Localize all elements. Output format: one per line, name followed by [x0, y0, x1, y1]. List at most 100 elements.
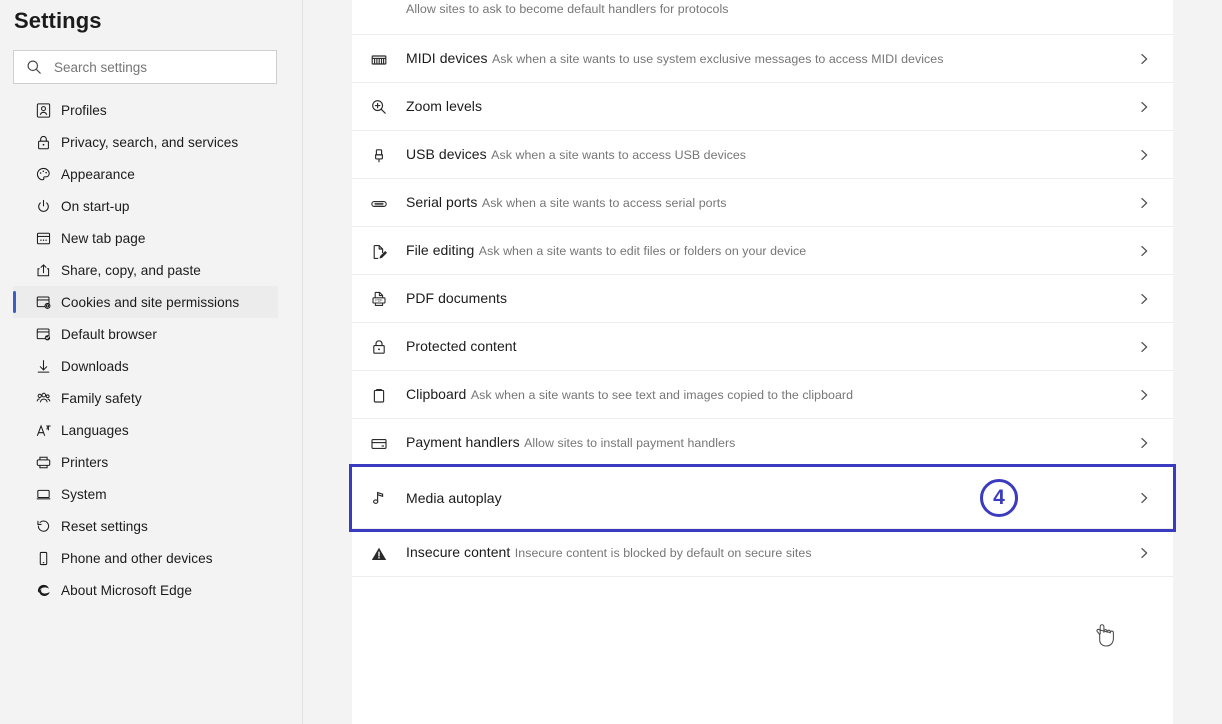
search-box[interactable] — [13, 50, 277, 84]
list-item-text: Allow sites to ask to become default han… — [406, 0, 1115, 34]
clipboard-icon — [352, 371, 406, 405]
list-item-subtitle: Ask when a site wants to edit files or f… — [478, 244, 807, 258]
sidebar-item-label: On start-up — [61, 198, 130, 214]
reset-icon — [35, 518, 61, 535]
chevron-right-icon[interactable] — [1115, 179, 1173, 226]
list-item-title: Clipboard — [406, 386, 467, 402]
list-item[interactable]: File editing Ask when a site wants to ed… — [352, 227, 1173, 275]
sidebar-item-default-browser[interactable]: Default browser — [13, 318, 278, 350]
sidebar-item-label: About Microsoft Edge — [61, 582, 192, 598]
settings-page: Settings Profiles — [0, 0, 1222, 724]
chevron-right-icon[interactable] — [1115, 467, 1173, 528]
sidebar-item-new-tab-page[interactable]: New tab page — [13, 222, 278, 254]
list-item-text: USB devices Ask when a site wants to acc… — [406, 131, 1115, 178]
sidebar-item-label: New tab page — [61, 230, 146, 246]
sidebar: Settings Profiles — [0, 0, 303, 724]
edge-logo-icon — [35, 582, 61, 599]
new-tab-icon — [35, 230, 61, 247]
zoom-in-icon — [352, 83, 406, 116]
default-browser-icon — [35, 326, 61, 343]
sidebar-item-reset-settings[interactable]: Reset settings — [13, 510, 278, 542]
list-item-title: USB devices — [406, 146, 487, 162]
list-item[interactable]: MIDI devices Ask when a site wants to us… — [352, 35, 1173, 83]
list-item[interactable]: Serial ports Ask when a site wants to ac… — [352, 179, 1173, 227]
chevron-right-icon[interactable] — [1115, 323, 1173, 370]
main-content: Allow sites to ask to become default han… — [304, 0, 1222, 724]
chevron-right-icon[interactable] — [1115, 529, 1173, 576]
sidebar-item-label: Downloads — [61, 358, 129, 374]
cookies-icon — [35, 294, 61, 311]
list-item[interactable]: PDF PDF documents — [352, 275, 1173, 323]
sidebar-item-label: Share, copy, and paste — [61, 262, 201, 278]
chevron-right-icon — [1115, 0, 1173, 34]
sidebar-item-printers[interactable]: Printers — [13, 446, 278, 478]
list-item-subtitle: Ask when a site wants to access USB devi… — [491, 148, 747, 162]
search-input[interactable] — [54, 51, 276, 83]
sidebar-item-system[interactable]: System — [13, 478, 278, 510]
chevron-right-icon[interactable] — [1115, 275, 1173, 322]
sidebar-nav: Profiles Privacy, search, and services A… — [0, 94, 303, 606]
list-item-title: Protected content — [406, 338, 517, 354]
payment-card-icon — [352, 419, 406, 453]
sidebar-item-label: Family safety — [61, 390, 142, 406]
sidebar-item-languages[interactable]: Languages — [13, 414, 278, 446]
file-edit-icon — [352, 227, 406, 261]
list-item[interactable]: Allow sites to ask to become default han… — [352, 0, 1173, 35]
list-item-text: Payment handlers Allow sites to install … — [406, 419, 1115, 466]
power-icon — [35, 198, 61, 215]
languages-icon — [35, 422, 61, 439]
sidebar-item-share-copy-paste[interactable]: Share, copy, and paste — [13, 254, 278, 286]
list-item[interactable]: Clipboard Ask when a site wants to see t… — [352, 371, 1173, 419]
system-icon — [35, 486, 61, 503]
list-item-title: Serial ports — [406, 194, 478, 210]
chevron-right-icon[interactable] — [1115, 131, 1173, 178]
chevron-right-icon[interactable] — [1115, 83, 1173, 130]
music-note-icon — [352, 489, 406, 507]
list-item-title: File editing — [406, 242, 475, 258]
sidebar-item-phone-and-other-devices[interactable]: Phone and other devices — [13, 542, 278, 574]
sidebar-item-appearance[interactable]: Appearance — [13, 158, 278, 190]
list-item-subtitle: Insecure content is blocked by default o… — [514, 546, 812, 560]
sidebar-item-label: Phone and other devices — [61, 550, 213, 566]
protocol-handlers-icon — [352, 0, 406, 4]
list-item-text: Clipboard Ask when a site wants to see t… — [406, 371, 1115, 418]
list-item-text: Zoom levels — [406, 83, 1115, 130]
padlock-icon — [352, 323, 406, 356]
list-item-text: MIDI devices Ask when a site wants to us… — [406, 35, 1115, 82]
list-item[interactable]: Insecure content Insecure content is blo… — [352, 529, 1173, 577]
download-icon — [35, 358, 61, 375]
pdf-document-icon: PDF — [352, 275, 406, 308]
share-icon — [35, 262, 61, 279]
sidebar-item-about-microsoft-edge[interactable]: About Microsoft Edge — [13, 574, 278, 606]
list-item-title: Insecure content — [406, 544, 511, 560]
list-item-title: Payment handlers — [406, 434, 520, 450]
chevron-right-icon[interactable] — [1115, 419, 1173, 466]
list-item-subtitle: Ask when a site wants to see text and im… — [470, 388, 854, 402]
svg-text:PDF: PDF — [375, 299, 383, 303]
sidebar-item-profiles[interactable]: Profiles — [13, 94, 278, 126]
list-item[interactable]: USB devices Ask when a site wants to acc… — [352, 131, 1173, 179]
sidebar-item-label: Reset settings — [61, 518, 148, 534]
printer-icon — [35, 454, 61, 471]
sidebar-item-privacy-search-services[interactable]: Privacy, search, and services — [13, 126, 278, 158]
list-item[interactable]: Zoom levels — [352, 83, 1173, 131]
list-item-title: Zoom levels — [406, 98, 483, 114]
sidebar-item-family-safety[interactable]: Family safety — [13, 382, 278, 414]
list-item-media-autoplay[interactable]: Media autoplay 4 — [349, 464, 1176, 532]
palette-icon — [35, 166, 61, 183]
sidebar-item-on-start-up[interactable]: On start-up — [13, 190, 278, 222]
list-item[interactable]: Protected content — [352, 323, 1173, 371]
list-item-subtitle: Ask when a site wants to access serial p… — [481, 196, 727, 210]
list-item-title: MIDI devices — [406, 50, 488, 66]
chevron-right-icon[interactable] — [1115, 227, 1173, 274]
serial-port-icon — [352, 179, 406, 213]
sidebar-item-label: Privacy, search, and services — [61, 134, 239, 150]
sidebar-item-cookies-and-site-permissions[interactable]: Cookies and site permissions — [13, 286, 278, 318]
phone-icon — [35, 550, 61, 567]
list-item[interactable]: Payment handlers Allow sites to install … — [352, 419, 1173, 467]
list-item-text: Serial ports Ask when a site wants to ac… — [406, 179, 1115, 226]
chevron-right-icon[interactable] — [1115, 35, 1173, 82]
chevron-right-icon[interactable] — [1115, 371, 1173, 418]
sidebar-item-downloads[interactable]: Downloads — [13, 350, 278, 382]
warning-triangle-icon — [352, 529, 406, 563]
